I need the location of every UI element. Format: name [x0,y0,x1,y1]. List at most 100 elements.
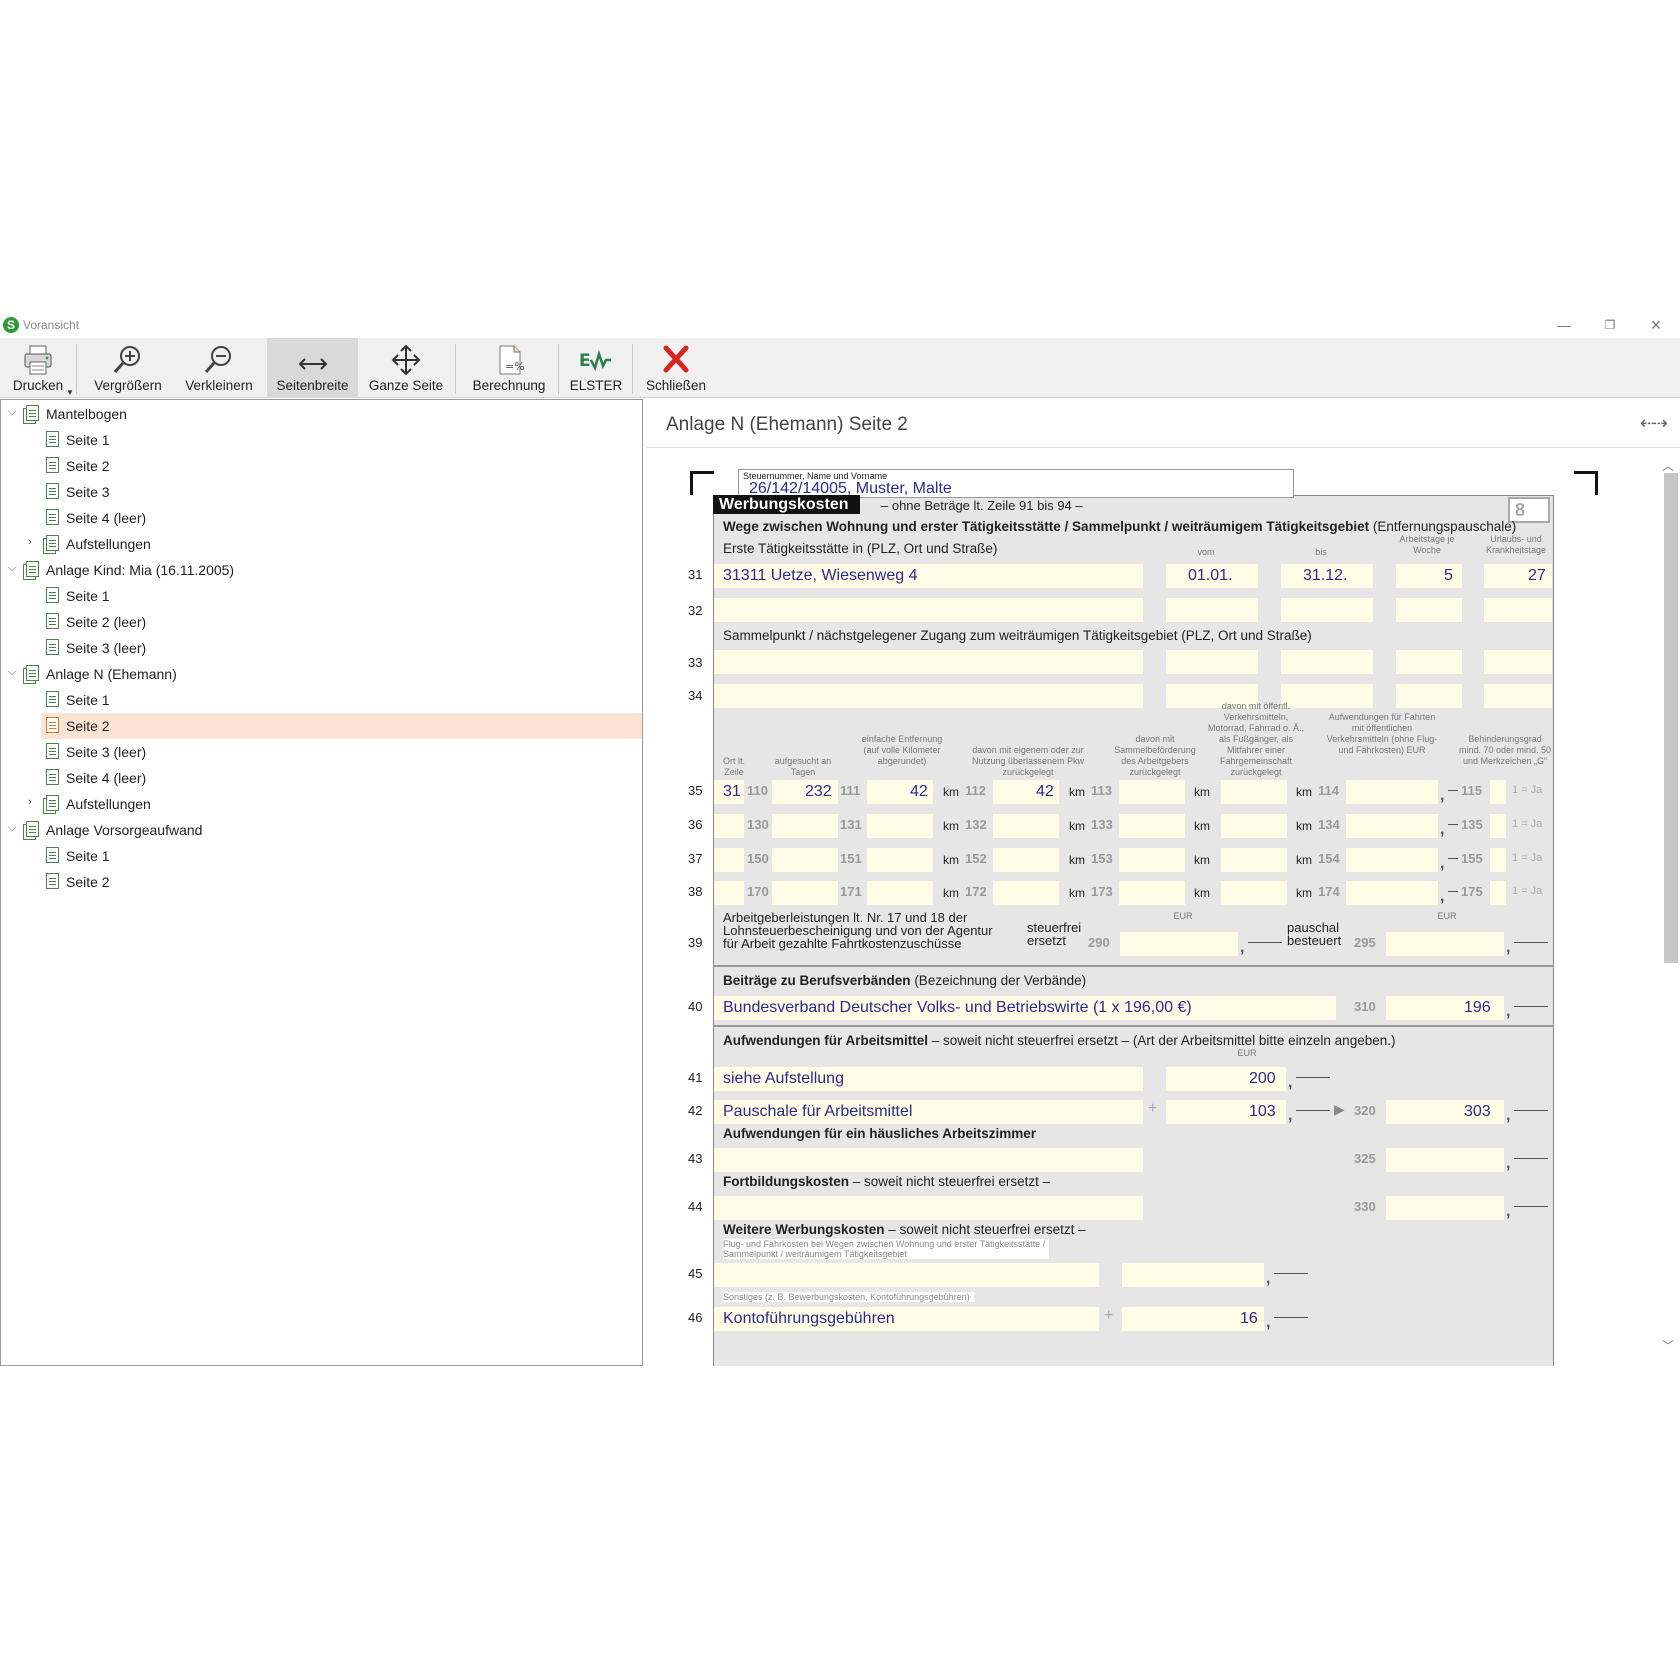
arbeitstage-field-3[interactable] [1396,650,1462,674]
oeffentlich-field[interactable] [1221,780,1287,804]
vom-field-3[interactable] [1166,650,1258,674]
tree-item-mantelbogen-seite-2[interactable]: Seite 2 [1,453,642,479]
bis-field-2[interactable] [1281,598,1373,622]
scrollbar-thumb[interactable] [1664,473,1678,963]
urlaub-field-2[interactable] [1484,598,1552,622]
tree-item-n-seite-2[interactable]: Seite 2 [41,713,642,739]
sammel-field[interactable] [1119,780,1185,804]
tree-item-mantelbogen[interactable]: ⌵ Mantelbogen [1,401,642,427]
ort-field[interactable] [714,814,744,838]
behinderung-field[interactable] [1490,780,1506,804]
pkw-field[interactable] [993,881,1059,905]
calculation-button[interactable]: =% Berechnung [465,338,553,398]
tage-field[interactable] [772,814,838,838]
chevron-down-icon[interactable]: ⌵ [8,406,16,419]
tree-item-vorsorge-seite-1[interactable]: Seite 1 [1,843,642,869]
pkw-field[interactable] [993,848,1059,872]
bis-field-3[interactable] [1281,650,1373,674]
tree-item-vorsorge-seite-2[interactable]: Seite 2 [1,869,642,895]
aufwendungen-field[interactable] [1346,780,1438,804]
fortbildung-field[interactable] [714,1196,1143,1220]
zoom-out-button[interactable]: Verkleinern [178,338,260,398]
pauschal-field[interactable] [1386,932,1504,956]
chevron-right-icon[interactable]: › [28,536,32,548]
chevron-down-icon[interactable]: ⌵ [8,562,16,575]
print-button[interactable]: Drucken ▼ [4,338,74,398]
eur-label: EUR [1437,911,1457,921]
tree-item-n-seite-3[interactable]: Seite 3 (leer) [1,739,642,765]
zoom-out-icon [204,346,231,373]
entfernung-field[interactable] [867,848,933,872]
arbeitsmittel-heading-rest: – soweit nicht steuerfrei ersetzt – (Art… [928,1033,1396,1048]
sammelpunkt-field[interactable] [714,650,1143,674]
scroll-up-icon[interactable]: ︿ [1662,457,1674,474]
tree-item-kind-seite-3[interactable]: Seite 3 (leer) [1,635,642,661]
whole-page-label: Ganze Seite [368,378,444,393]
aufwendungen-field[interactable] [1346,881,1438,905]
tree-item-mantelbogen-seite-4[interactable]: Seite 4 (leer) [1,505,642,531]
chevron-down-icon[interactable]: ⌵ [8,822,16,835]
km-unit: km [1069,785,1085,799]
arbeitstage-field-4[interactable] [1396,684,1462,708]
line-number: 44 [688,1199,703,1214]
tree-item-label: Seite 2 (leer) [66,614,147,630]
tage-field[interactable] [772,881,838,905]
sammel-field[interactable] [1119,848,1185,872]
arbeitszimmer-amount-field[interactable] [1386,1148,1504,1172]
sammel-field[interactable] [1119,881,1185,905]
entfernung-field[interactable] [867,881,933,905]
chevron-right-icon[interactable]: › [28,796,32,808]
urlaub-field-4[interactable] [1484,684,1552,708]
erste-taetigkeit-field-2[interactable] [714,598,1143,622]
tree-item-n-seite-1[interactable]: Seite 1 [1,687,642,713]
ort-field[interactable] [714,881,744,905]
arbeitstage-field-2[interactable] [1396,598,1462,622]
chevron-down-icon[interactable]: ⌵ [8,666,16,679]
tree-item-anlage-n[interactable]: ⌵ Anlage N (Ehemann) [1,661,642,687]
tree-item-kind-seite-1[interactable]: Seite 1 [1,583,642,609]
pauschale-value: Pauschale für Arbeitsmittel [723,1103,913,1120]
fortbildung-amount-field[interactable] [1386,1196,1504,1220]
tage-field[interactable] [772,848,838,872]
sammel-field[interactable] [1119,814,1185,838]
aufwendungen-field[interactable] [1346,814,1438,838]
sammelpunkt-field-2[interactable] [714,684,1143,708]
tree-item-mantelbogen-seite-1[interactable]: Seite 1 [1,427,642,453]
oeffentlich-field[interactable] [1221,848,1287,872]
close-button[interactable]: Schließen [638,338,714,398]
tree-item-mantelbogen-seite-3[interactable]: Seite 3 [1,479,642,505]
behinderung-field[interactable] [1490,848,1506,872]
ort-field[interactable] [714,848,744,872]
fortbildung-heading-rest: – soweit nicht steuerfrei ersetzt – [849,1174,1051,1189]
print-dropdown-icon[interactable]: ▼ [66,388,74,397]
km-unit: km [1296,785,1312,799]
restore-icon[interactable]: ❐ [1590,313,1630,337]
field-code: 174 [1318,884,1340,899]
tree-item-anlage-kind[interactable]: ⌵ Anlage Kind: Mia (16.11.2005) [1,557,642,583]
tree-item-kind-seite-2[interactable]: Seite 2 (leer) [1,609,642,635]
arbeitszimmer-field[interactable] [714,1148,1143,1172]
tree-item-n-seite-4[interactable]: Seite 4 (leer) [1,765,642,791]
behinderung-field[interactable] [1490,881,1506,905]
tree-item-n-aufstellungen[interactable]: › Aufstellungen [1,791,642,817]
tree-item-mantelbogen-aufstellungen[interactable]: › Aufstellungen [1,531,642,557]
whole-page-button[interactable]: Ganze Seite [364,338,448,398]
flugkosten-field[interactable] [714,1263,1099,1287]
close-window-icon[interactable]: ✕ [1636,313,1676,337]
oeffentlich-field[interactable] [1221,881,1287,905]
page-width-button[interactable]: Seitenbreite [267,338,358,398]
flugkosten-amount-field[interactable] [1122,1263,1264,1287]
oeffentlich-field[interactable] [1221,814,1287,838]
elster-button[interactable]: E ELSTER [564,338,628,398]
steuerfrei-field[interactable] [1120,932,1238,956]
aufwendungen-field[interactable] [1346,848,1438,872]
vom-field-2[interactable] [1166,598,1258,622]
urlaub-field-3[interactable] [1484,650,1552,674]
entfernung-field[interactable] [867,814,933,838]
pkw-field[interactable] [993,814,1059,838]
behinderung-field[interactable] [1490,814,1506,838]
scroll-down-icon[interactable]: ﹀ [1662,1337,1674,1354]
minimize-icon[interactable]: — [1544,313,1584,337]
zoom-in-button[interactable]: Vergrößern [84,338,172,398]
tree-item-anlage-vorsorgeaufwand[interactable]: ⌵ Anlage Vorsorgeaufwand [1,817,642,843]
